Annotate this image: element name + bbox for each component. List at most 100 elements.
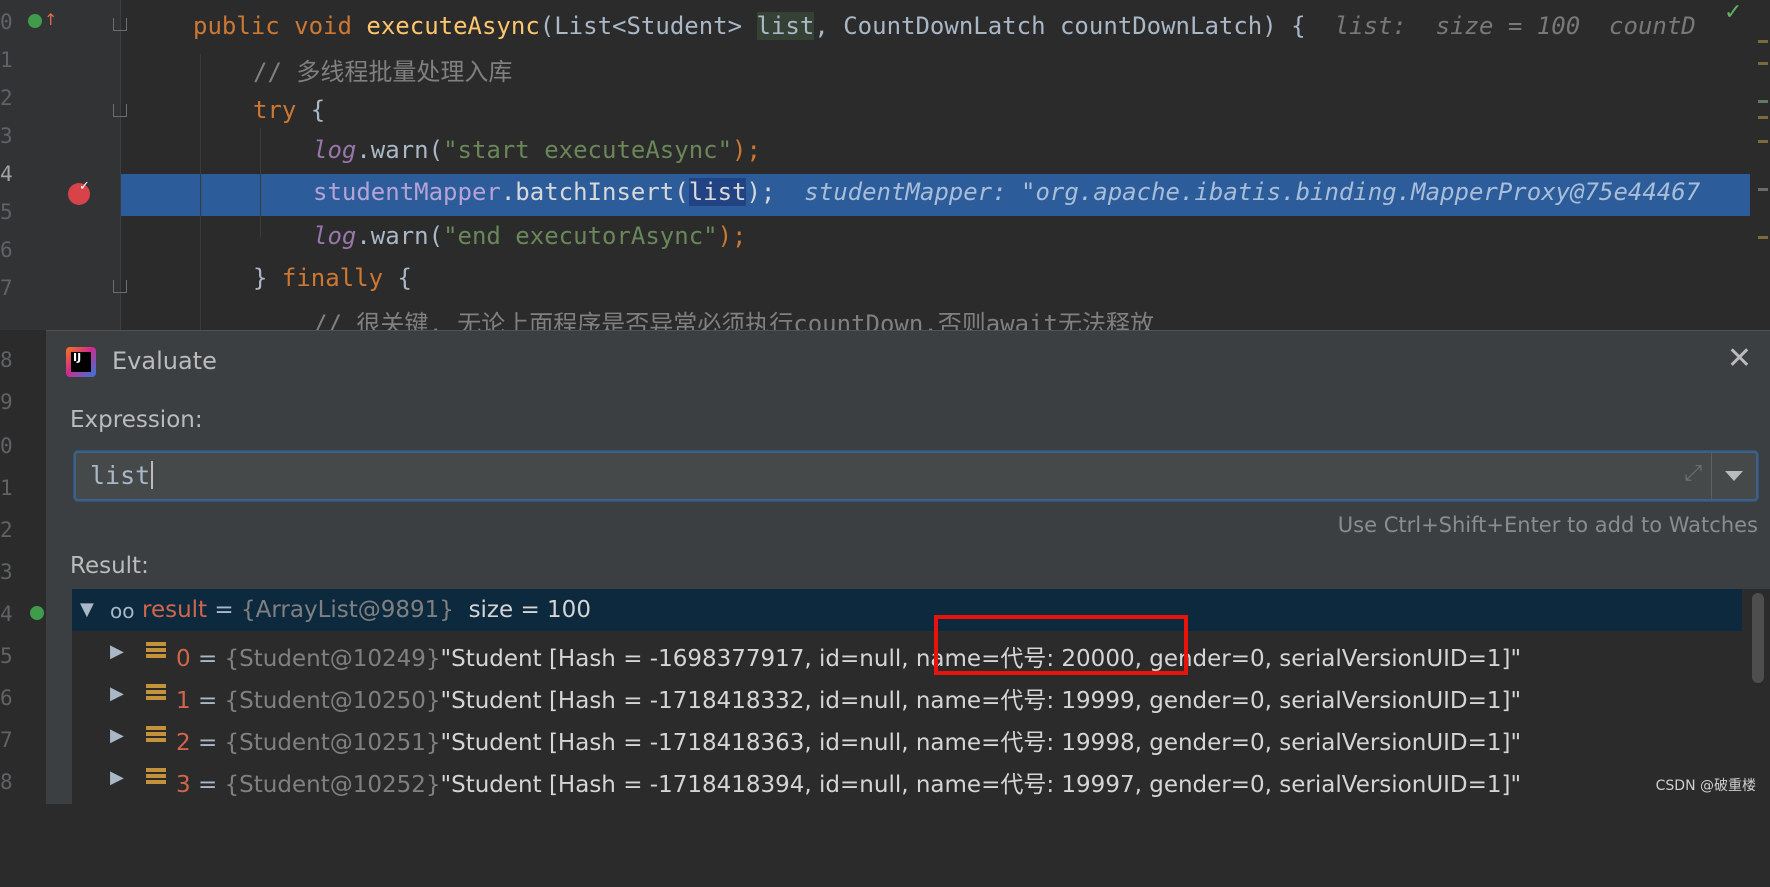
result-name: result	[142, 597, 208, 623]
expand-arrow-icon[interactable]: ▶	[110, 641, 124, 662]
tree-row-item[interactable]: ▶ 2 = {Student@10251}"Student [Hash = -1…	[72, 715, 1742, 757]
inline-debug-value: list: size = 100 countD	[1305, 12, 1696, 40]
equals-sign: =	[190, 646, 225, 672]
result-tree[interactable]: ▼ oo result = {ArrayList@9891} size = 10…	[72, 589, 1770, 804]
code-line-1[interactable]: // 多线程批量处理入库	[253, 52, 512, 87]
indent-guide	[260, 128, 261, 238]
scroll-marker[interactable]	[1758, 188, 1768, 191]
tree-row-item[interactable]: ▶ 0 = {Student@10249}"Student [Hash = -1…	[72, 631, 1742, 673]
tree-row-item[interactable]: ▶ 3 = {Student@10252}"Student [Hash = -1…	[72, 757, 1742, 799]
evaluate-dialog[interactable]: IJ Evaluate ✕ Expression: list ⤢ Use Ctr…	[46, 330, 1770, 804]
line-number: 7	[0, 276, 13, 300]
code-line-3[interactable]: log.warn("start executeAsync");	[313, 136, 761, 164]
code-line-4[interactable]: studentMapper.batchInsert(list); student…	[313, 178, 1700, 206]
line-number: 9	[0, 390, 13, 414]
text-caret	[151, 461, 154, 489]
tree-row-result[interactable]: ▼ oo result = {ArrayList@9891} size = 10…	[72, 589, 1742, 631]
fold-marker-icon[interactable]	[113, 104, 127, 117]
item-value: , name=代号: 19999,	[901, 688, 1142, 714]
code-editor[interactable]: 0 1 2 3 4 5 6 7 ↑ ✓ public void executeA…	[0, 0, 1770, 330]
indent-guide	[200, 54, 201, 330]
scroll-marker[interactable]	[1758, 116, 1768, 119]
code-token: );	[717, 222, 747, 250]
code-token: {	[383, 264, 412, 292]
code-line-6[interactable]: } finally {	[253, 264, 412, 292]
code-token: .warn(	[356, 136, 444, 164]
result-summary: size = 100	[468, 597, 591, 623]
result-type: {ArrayList@9891}	[240, 597, 454, 623]
collapse-arrow-icon[interactable]: ▼	[80, 599, 94, 620]
line-number: 5	[0, 644, 13, 668]
watermark: CSDN @破重楼	[1655, 778, 1756, 794]
code-token: .batchInsert(	[500, 178, 689, 206]
equals-sign: =	[190, 772, 225, 798]
scroll-marker[interactable]	[1758, 62, 1768, 65]
item-value: "Student [Hash = -1698377917, id=null	[440, 646, 902, 672]
history-dropdown-button[interactable]	[1711, 453, 1756, 499]
string-literal: "end executorAsync"	[443, 222, 718, 250]
field-icon	[146, 768, 166, 788]
log-field: log	[313, 222, 357, 250]
keyword: public void	[193, 12, 367, 40]
item-value: gender=0, serialVersionUID=1]"	[1141, 688, 1522, 714]
code-line-2[interactable]: try {	[253, 96, 325, 124]
code-token: .warn(	[356, 222, 444, 250]
highlight-annotation-box	[934, 615, 1188, 675]
item-index: 0	[176, 646, 191, 672]
breakpoint-icon[interactable]: ✓	[68, 179, 90, 205]
tree-row-item[interactable]: ▶ 1 = {Student@10250}"Student [Hash = -1…	[72, 673, 1742, 715]
watches-hint: Use Ctrl+Shift+Enter to add to Watches	[1337, 513, 1758, 537]
item-type: {Student@10250}	[224, 688, 441, 714]
implements-method-icon[interactable]	[30, 606, 44, 620]
override-arrow-icon[interactable]: ↑	[44, 10, 57, 29]
scroll-marker[interactable]	[1758, 140, 1768, 143]
fold-marker-icon[interactable]	[113, 280, 127, 293]
watch-glasses-icon: oo	[110, 599, 135, 623]
expand-arrow-icon[interactable]: ▶	[110, 725, 124, 746]
scroll-marker[interactable]	[1758, 40, 1768, 43]
expression-label: Expression:	[70, 407, 203, 433]
line-number: 3	[0, 560, 13, 584]
expression-value[interactable]: list	[90, 461, 154, 490]
expand-editor-icon[interactable]: ⤢	[1684, 461, 1702, 486]
item-value: , name=代号: 19998,	[901, 730, 1142, 756]
code-line-0[interactable]: public void executeAsync(List<Student> l…	[193, 12, 1696, 40]
scroll-marker[interactable]	[1758, 100, 1768, 103]
no-problems-check-icon[interactable]: ✓	[1724, 0, 1742, 25]
scroll-marker[interactable]	[1758, 236, 1768, 239]
result-spacer	[454, 597, 469, 623]
line-number: 4	[0, 162, 13, 186]
equals-sign: =	[207, 597, 241, 623]
expand-arrow-icon[interactable]: ▶	[110, 683, 124, 704]
string-literal: "start executeAsync"	[443, 136, 733, 164]
close-icon[interactable]: ✕	[1727, 341, 1752, 376]
expression-input[interactable]: list ⤢	[74, 451, 1758, 501]
item-index: 3	[176, 772, 191, 798]
line-number: 1	[0, 476, 13, 500]
editor-gutter[interactable]	[0, 0, 120, 330]
field-icon	[146, 684, 166, 704]
item-type: {Student@10249}	[224, 646, 441, 672]
code-line-5[interactable]: log.warn("end executorAsync");	[313, 222, 747, 250]
line-number: 0	[0, 434, 13, 458]
equals-sign: =	[190, 688, 225, 714]
code-token: }	[253, 264, 282, 292]
line-number: 1	[0, 48, 13, 72]
fold-marker-icon[interactable]	[113, 18, 127, 31]
line-number: 2	[0, 518, 13, 542]
implements-method-icon[interactable]	[28, 14, 42, 28]
inline-debug-value: studentMapper: "org.apache.ibatis.bindin…	[775, 178, 1701, 206]
item-value: "Student [Hash = -1718418332, id=null	[440, 688, 902, 714]
field-icon	[146, 726, 166, 746]
item-index: 2	[176, 730, 191, 756]
line-number: 8	[0, 348, 13, 372]
expand-arrow-icon[interactable]: ▶	[110, 767, 124, 788]
keyword: try	[253, 96, 297, 124]
line-number: 6	[0, 686, 13, 710]
result-scrollbar[interactable]	[1752, 593, 1764, 683]
dialog-title: Evaluate	[112, 347, 217, 375]
method-name: executeAsync	[366, 12, 540, 40]
expression-text: list	[90, 461, 151, 490]
line-number: 3	[0, 124, 13, 148]
code-line-7[interactable]: // 很关键, 无论上面程序是否异常必须执行countDown,否则await无…	[313, 304, 1154, 330]
